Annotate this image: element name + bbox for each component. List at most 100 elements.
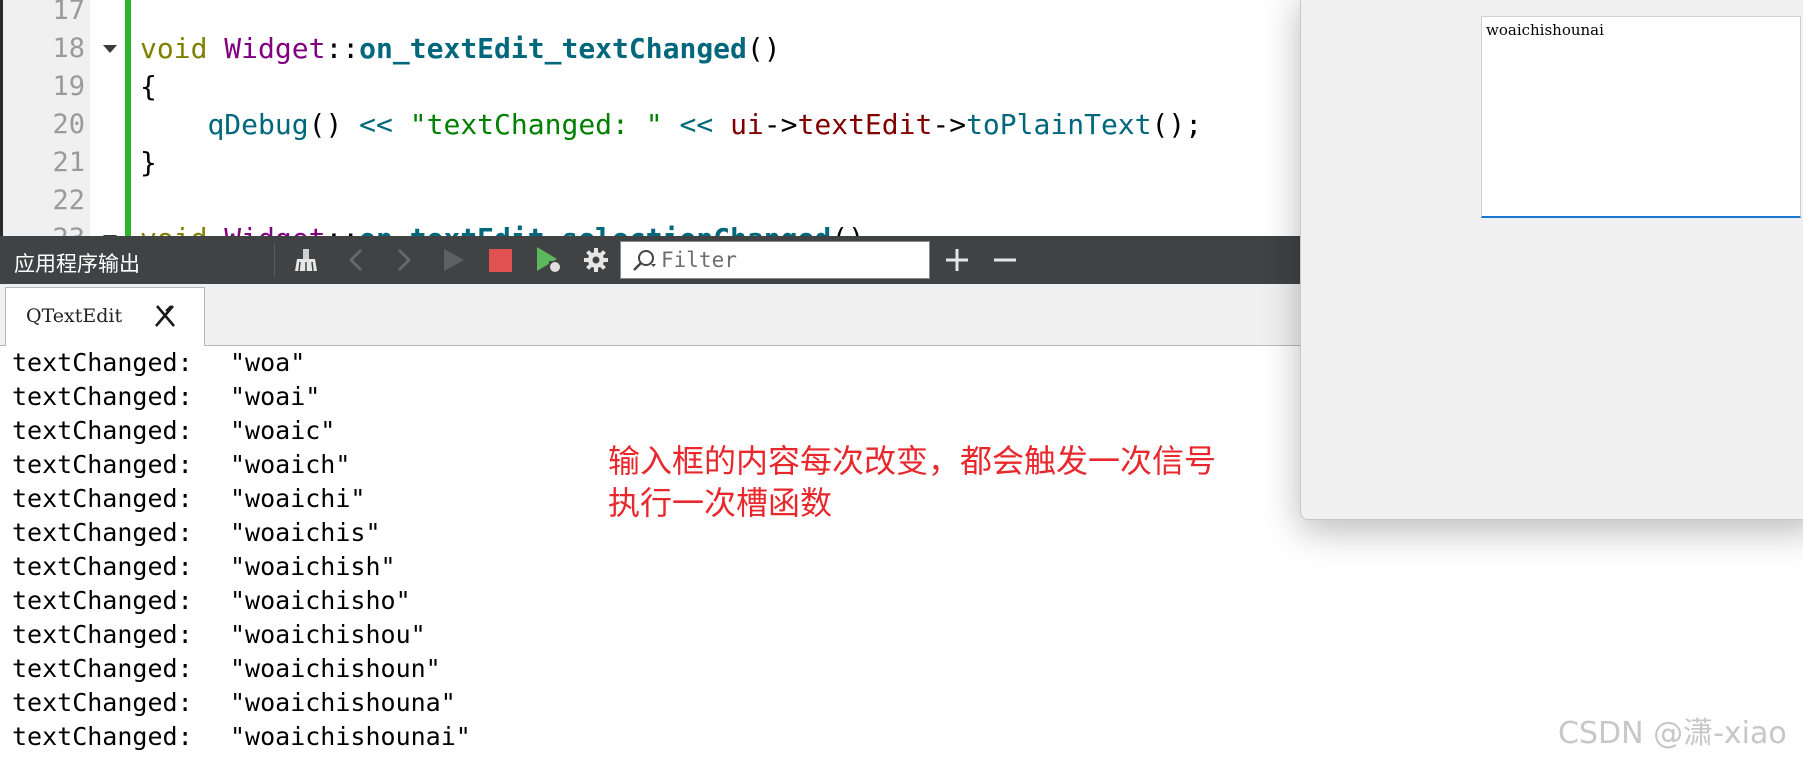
output-line: textChanged: "woaich" <box>12 448 350 482</box>
toolbar-separator <box>274 244 275 276</box>
output-key: textChanged: <box>12 416 193 445</box>
zoom-out-button[interactable] <box>989 244 1021 276</box>
parens: () <box>831 222 865 236</box>
code-editor[interactable]: 17 18 19 20 21 22 23 void Widget::on_tex… <box>0 0 1303 236</box>
output-value: "woaichishouna" <box>230 688 456 717</box>
annotation-line: 执行一次槽函数 <box>608 484 833 522</box>
output-line: textChanged: "woaichish" <box>12 550 396 584</box>
output-line: textChanged: "woaichishounai" <box>12 720 471 754</box>
line-number: 18 <box>52 33 85 64</box>
line-number: 21 <box>52 147 85 178</box>
function-name: on_textEdit_selectionChanged <box>359 222 831 236</box>
run-debug-icon <box>537 247 561 273</box>
output-line: textChanged: "woa" <box>12 346 305 380</box>
output-key: textChanged: <box>12 348 193 377</box>
output-value: "woaichis" <box>230 518 381 547</box>
chevron-left-icon <box>349 249 362 271</box>
string-literal: "textChanged: " <box>409 108 663 141</box>
function-call: qDebug <box>207 108 309 141</box>
keyword: void <box>140 32 208 65</box>
member: ui <box>730 108 764 141</box>
member: textEdit <box>797 108 933 141</box>
keyword: void <box>140 222 207 236</box>
pane-title: 应用程序输出 <box>14 252 140 276</box>
tab-qtextedit[interactable]: QTextEdit <box>5 287 205 346</box>
code-line-19: { <box>140 70 157 103</box>
output-value: "woaichi" <box>230 484 366 513</box>
output-line: textChanged: "woai" <box>12 380 320 414</box>
output-line: textChanged: "woaichishouna" <box>12 686 456 720</box>
output-key: textChanged: <box>12 722 193 751</box>
output-line: textChanged: "woaic" <box>12 414 335 448</box>
output-line: textChanged: "woaichishoun" <box>12 652 441 686</box>
settings-button[interactable] <box>580 244 612 276</box>
next-button[interactable] <box>388 244 420 276</box>
code-line-23: void Widget::on_textEdit_selectionChange… <box>140 220 865 236</box>
tab-label: QTextEdit <box>26 305 123 327</box>
output-key: textChanged: <box>12 518 193 547</box>
plus-icon <box>946 249 968 271</box>
output-line: textChanged: "woaichisho" <box>12 584 411 618</box>
widget-window: woaichishounai <box>1300 0 1803 520</box>
output-value: "woaich" <box>230 450 351 479</box>
code-text: () <box>308 108 360 141</box>
search-icon <box>633 250 656 271</box>
stop-button[interactable] <box>484 244 516 276</box>
chevron-right-icon <box>398 249 411 271</box>
scope-operator: :: <box>325 32 360 65</box>
filter-input[interactable] <box>661 242 921 278</box>
function-call: toPlainText <box>966 108 1152 141</box>
output-key: textChanged: <box>12 586 193 615</box>
previous-button[interactable] <box>340 244 372 276</box>
zoom-in-button[interactable] <box>941 244 973 276</box>
output-key: textChanged: <box>12 688 193 717</box>
minus-icon <box>994 258 1016 262</box>
text-edit-content: woaichishounai <box>1486 21 1604 39</box>
output-value: "woaichishoun" <box>230 654 441 683</box>
output-value: "woaic" <box>230 416 336 445</box>
output-line: textChanged: "woaichishou" <box>12 618 426 652</box>
line-number: 17 <box>52 0 85 26</box>
filter-field[interactable] <box>620 241 930 279</box>
class-name: Widget <box>224 32 326 65</box>
arrow-operator: -> <box>932 108 967 141</box>
change-marker-bar <box>125 0 131 236</box>
output-key: textChanged: <box>12 552 193 581</box>
output-value: "woaichishounai" <box>230 722 471 751</box>
output-key: textChanged: <box>12 450 193 479</box>
play-icon <box>444 249 464 271</box>
output-key: textChanged: <box>12 484 193 513</box>
code-line-21: } <box>140 146 157 179</box>
class-name: Widget <box>224 222 325 236</box>
clear-output-button[interactable] <box>290 244 322 276</box>
gear-icon <box>584 248 608 272</box>
operator: << <box>359 108 393 141</box>
rerun-button[interactable] <box>437 244 469 276</box>
parens: () <box>746 32 781 65</box>
output-tab-bar: QTextEdit <box>0 284 1303 346</box>
operator: << <box>679 108 714 141</box>
close-icon[interactable] <box>152 303 178 329</box>
scope-operator: :: <box>325 222 359 236</box>
output-key: textChanged: <box>12 654 193 683</box>
line-number: 23 <box>3 220 85 236</box>
code-text: (); <box>1151 108 1203 141</box>
output-key: textChanged: <box>12 382 193 411</box>
watermark: CSDN @潇-xiao <box>1558 716 1787 751</box>
annotation-note: 输入框的内容每次改变，都会触发一次信号 执行一次槽函数 <box>608 440 1216 524</box>
output-value: "woaichisho" <box>230 586 411 615</box>
annotation-line: 输入框的内容每次改变，都会触发一次信号 <box>608 442 1217 480</box>
output-value: "woaichishou" <box>230 620 426 649</box>
attach-debugger-button[interactable] <box>532 244 564 276</box>
stop-icon <box>489 249 512 272</box>
text-edit-field[interactable]: woaichishounai <box>1481 16 1801 218</box>
output-value: "woaichish" <box>230 552 396 581</box>
line-number-gutter: 17 18 19 20 21 22 23 <box>0 0 90 236</box>
fold-arrow-icon[interactable] <box>103 45 117 53</box>
line-number: 22 <box>52 185 85 216</box>
output-line: textChanged: "woaichi" <box>12 482 365 516</box>
